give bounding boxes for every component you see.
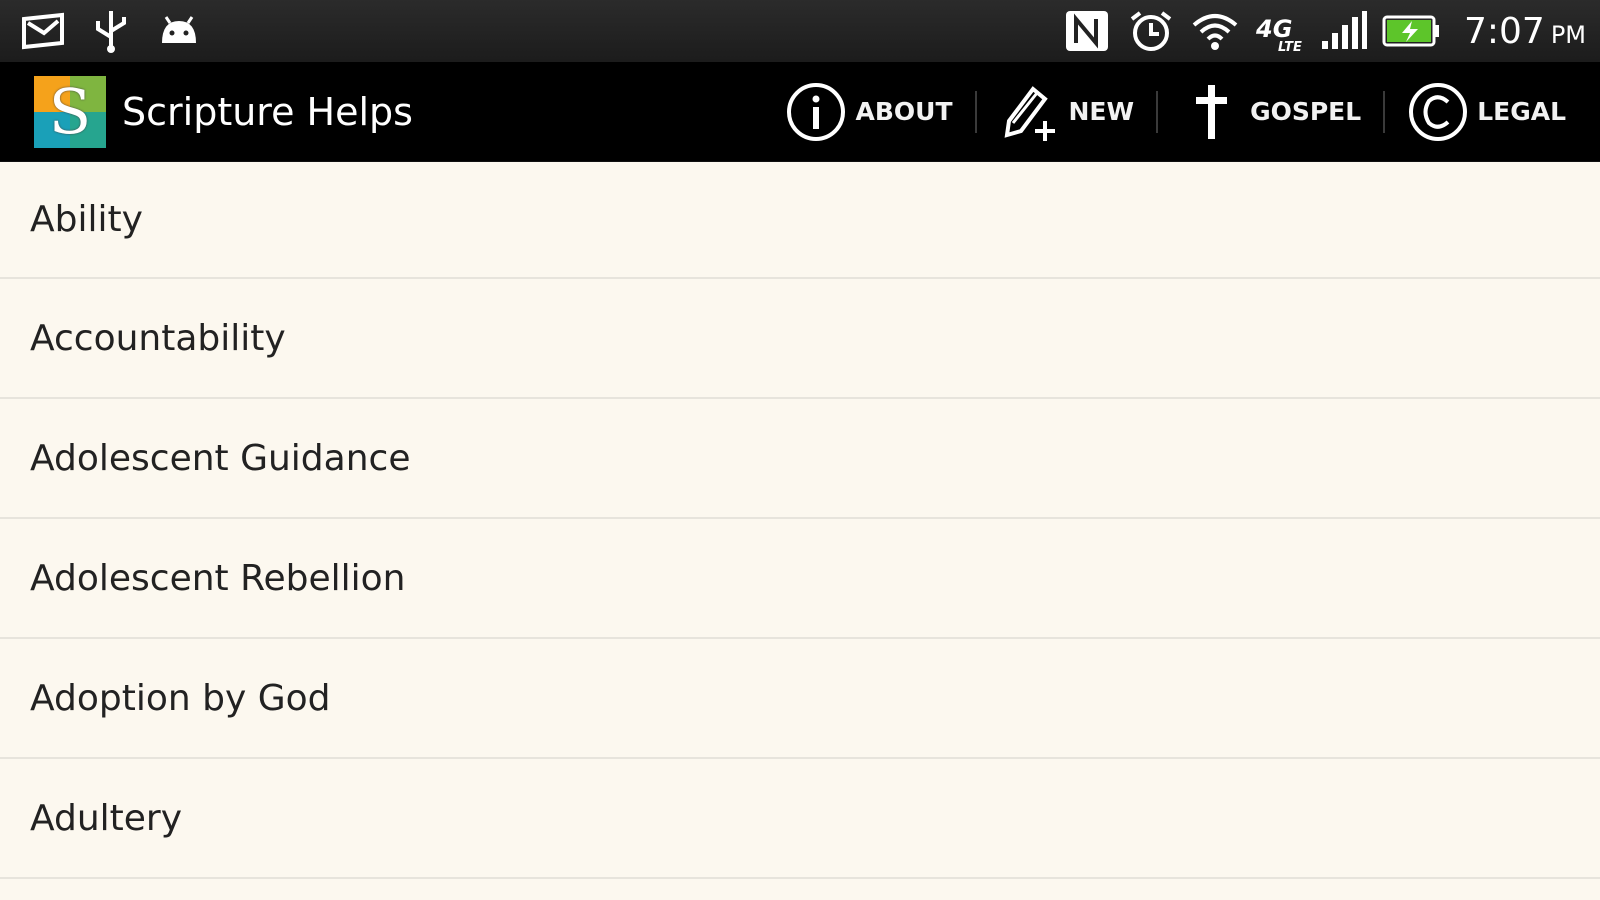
about-label: ABOUT	[855, 97, 953, 126]
status-bar-notifications	[0, 0, 204, 62]
clock-ampm: PM	[1550, 20, 1586, 49]
svg-text:4G: 4G	[1255, 15, 1292, 43]
topic-item-adultery[interactable]: Adultery	[0, 759, 1600, 879]
cross-icon	[1180, 81, 1242, 143]
android-debug-icon	[154, 9, 204, 53]
app-title: Scripture Helps	[122, 89, 413, 134]
topic-item-adolescent-rebellion[interactable]: Adolescent Rebellion	[0, 519, 1600, 639]
signal-icon	[1318, 9, 1368, 53]
legal-button[interactable]: LEGAL	[1385, 62, 1588, 161]
pencil-plus-icon	[999, 81, 1061, 143]
app-brand[interactable]: S Scripture Helps	[0, 62, 413, 161]
new-label: NEW	[1068, 97, 1135, 126]
status-bar-system: 4G LTE 7:07 PM	[1062, 0, 1600, 62]
usb-icon	[86, 9, 136, 53]
topic-item-ability[interactable]: Ability	[0, 162, 1600, 279]
legal-label: LEGAL	[1477, 97, 1566, 126]
topic-list: Ability Accountability Adolescent Guidan…	[0, 162, 1600, 879]
mail-icon	[18, 9, 68, 53]
wifi-icon	[1190, 9, 1240, 53]
app-logo-letter: S	[48, 75, 92, 148]
alarm-icon	[1126, 9, 1176, 53]
app-logo: S	[34, 75, 106, 148]
gospel-label: GOSPEL	[1250, 97, 1362, 126]
nfc-icon	[1062, 9, 1112, 53]
action-bar-actions: ABOUT NEW GOSPEL LEGAL	[763, 62, 1600, 161]
clock-time: 7:07	[1463, 10, 1545, 52]
topic-item-accountability[interactable]: Accountability	[0, 279, 1600, 399]
4g-lte-icon: 4G LTE	[1254, 9, 1304, 53]
status-bar: 4G LTE 7:07 PM	[0, 0, 1600, 62]
svg-text:LTE: LTE	[1278, 40, 1302, 53]
gospel-button[interactable]: GOSPEL	[1158, 62, 1383, 161]
status-clock: 7:07 PM	[1464, 11, 1586, 52]
topic-item-adolescent-guidance[interactable]: Adolescent Guidance	[0, 399, 1600, 519]
new-button[interactable]: NEW	[977, 62, 1157, 161]
about-button[interactable]: ABOUT	[763, 62, 974, 161]
battery-charging-icon	[1382, 9, 1440, 53]
copyright-icon	[1407, 81, 1469, 143]
topic-item-adoption-by-god[interactable]: Adoption by God	[0, 639, 1600, 759]
action-bar: S Scripture Helps ABOUT NEW GOSPEL LEGAL	[0, 62, 1600, 162]
info-icon	[785, 81, 847, 143]
